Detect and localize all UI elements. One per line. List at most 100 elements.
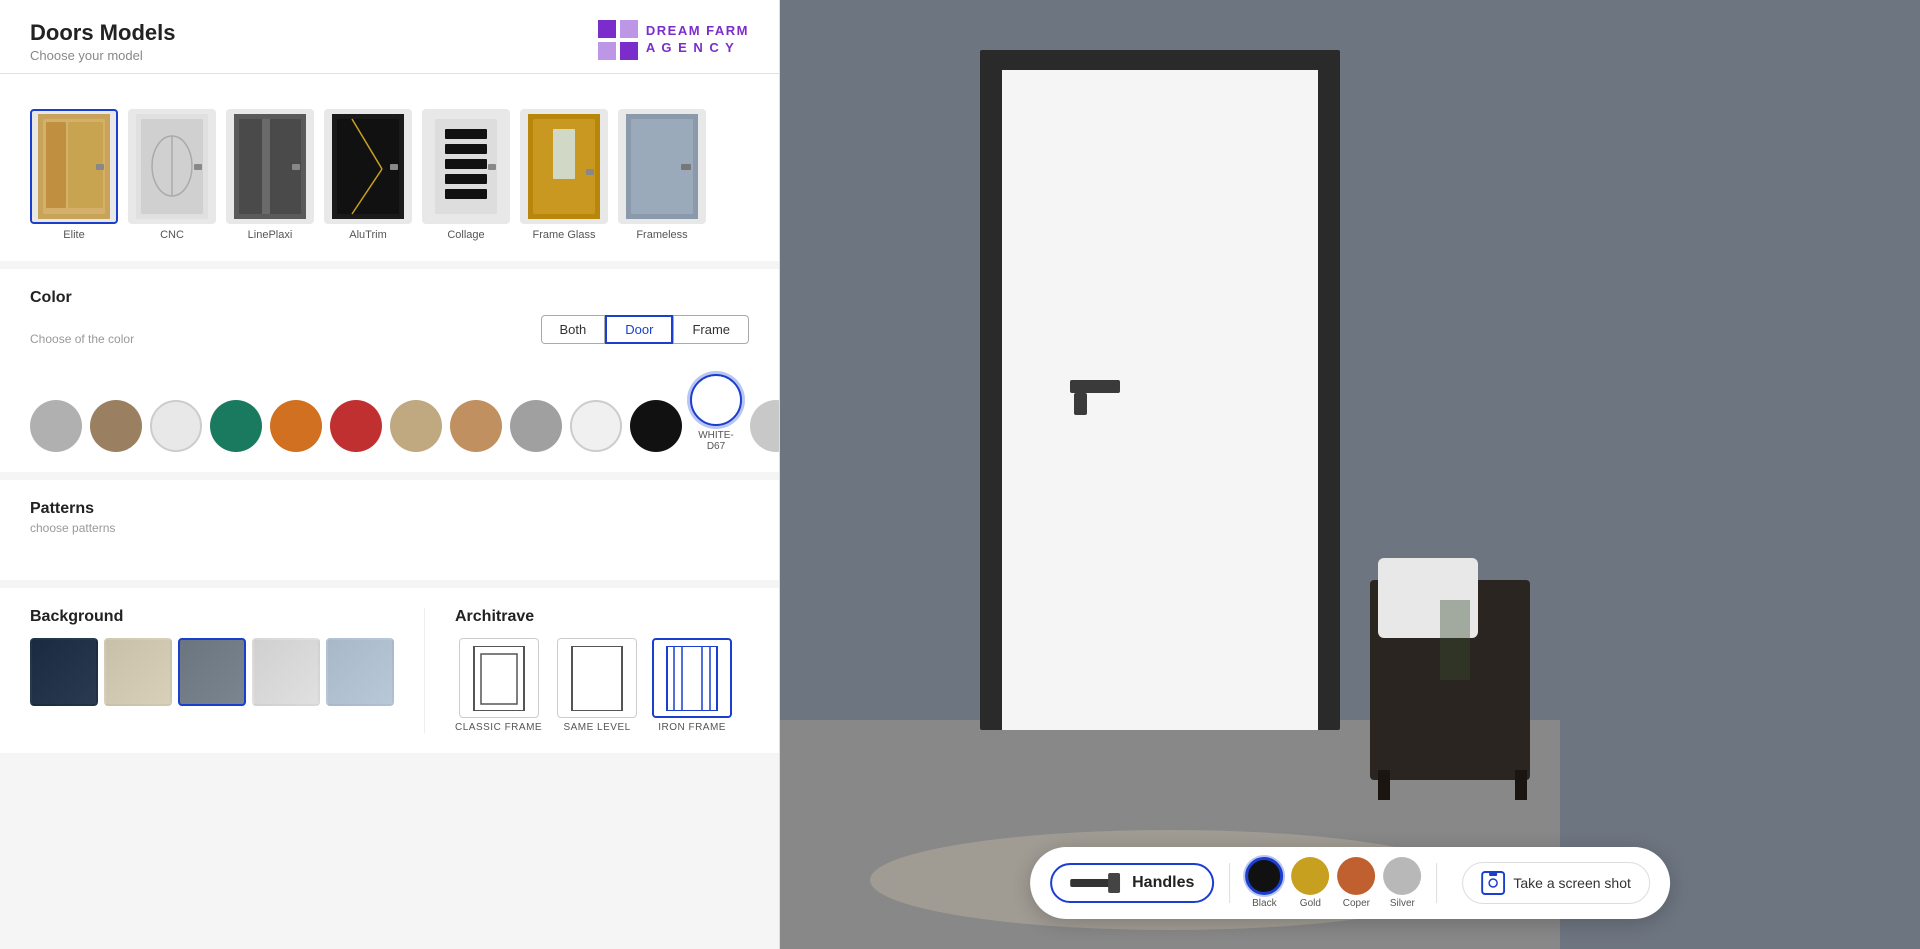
swatch-circle-s10 — [570, 400, 622, 452]
handle-color-gold[interactable]: Gold — [1291, 857, 1329, 909]
arch-option-samelevel[interactable]: SAME LEVEL — [557, 638, 637, 733]
swatch-circle-s11 — [630, 400, 682, 452]
toggle-frame[interactable]: Frame — [673, 315, 749, 344]
color-swatch-s6[interactable] — [330, 400, 382, 452]
bg-title: Background — [30, 608, 394, 626]
door-collage-wrap — [422, 109, 510, 224]
bg-thumb-bg2[interactable] — [104, 638, 172, 706]
door-item-frameglass[interactable]: Frame Glass — [520, 109, 608, 241]
color-swatch-s11[interactable] — [630, 400, 682, 452]
door-item-lineplaxi[interactable]: LinePlaxi — [226, 109, 314, 241]
door-frameglass-wrap — [520, 109, 608, 224]
swatch-circle-s3 — [150, 400, 202, 452]
handle-color-options: Black Gold Coper Silver — [1245, 857, 1421, 909]
swatch-circle-s5 — [270, 400, 322, 452]
swatch-circle-s1 — [30, 400, 82, 452]
screenshot-button[interactable]: Take a screen shot — [1462, 862, 1650, 904]
screenshot-label: Take a screen shot — [1513, 875, 1631, 891]
toolbar-divider-2 — [1436, 863, 1437, 903]
page-subtitle: Choose your model — [30, 48, 175, 63]
toggle-both[interactable]: Both — [541, 315, 606, 344]
door-cnc-wrap — [128, 109, 216, 224]
handles-label: Handles — [1132, 874, 1194, 892]
arch-label-samelevel: SAME LEVEL — [563, 722, 630, 733]
door-frameless-label: Frameless — [636, 229, 687, 241]
door-alutrim-svg — [332, 114, 404, 219]
color-subtitle: Choose of the color — [30, 332, 541, 346]
handle-color-label-gold: Gold — [1300, 898, 1321, 909]
door-item-elite[interactable]: Elite — [30, 109, 118, 241]
handle-color-circle-silver — [1383, 857, 1421, 895]
handle-color-coper[interactable]: Coper — [1337, 857, 1375, 909]
color-swatch-s1[interactable] — [30, 400, 82, 452]
handles-button[interactable]: Handles — [1050, 863, 1214, 903]
toggle-door[interactable]: Door — [605, 315, 673, 344]
swatch-circle-s6 — [330, 400, 382, 452]
logo: DREAM FARM A G E N C Y — [598, 20, 749, 60]
color-swatch-s7[interactable] — [390, 400, 442, 452]
logo-text: DREAM FARM A G E N C Y — [646, 23, 749, 57]
door-models-grid: Elite CNC — [30, 109, 749, 241]
door-elite-label: Elite — [63, 229, 84, 241]
door-item-cnc[interactable]: CNC — [128, 109, 216, 241]
arch-box-ironframe — [652, 638, 732, 718]
swatch-circle-s9 — [510, 400, 562, 452]
arch-box-classic — [459, 638, 539, 718]
bg-thumb-bg3[interactable] — [178, 638, 246, 706]
color-swatch-s5[interactable] — [270, 400, 322, 452]
door-alutrim-label: AluTrim — [349, 229, 386, 241]
color-swatch-s10[interactable] — [570, 400, 622, 452]
handle-color-circle-coper — [1337, 857, 1375, 895]
header-title: Doors Models Choose your model — [30, 20, 175, 63]
arch-box-samelevel — [557, 638, 637, 718]
swatch-circle-s2 — [90, 400, 142, 452]
door-item-collage[interactable]: Collage — [422, 109, 510, 241]
bg-thumb-bg1[interactable] — [30, 638, 98, 706]
logo-icon — [598, 20, 638, 60]
arch-option-ironframe[interactable]: IRON FRAME — [652, 638, 732, 733]
door-collage-label: Collage — [447, 229, 484, 241]
header: Doors Models Choose your model DREAM FAR… — [0, 0, 779, 74]
door-collage-svg — [430, 114, 502, 219]
patterns-title: Patterns — [30, 500, 749, 518]
door-lineplaxi-label: LinePlaxi — [248, 229, 293, 241]
left-panel: Doors Models Choose your model DREAM FAR… — [0, 0, 780, 949]
background-section: Background — [0, 608, 425, 733]
swatch-circle-s13 — [750, 400, 780, 452]
color-swatch-s13[interactable] — [750, 400, 780, 452]
bg-thumb-bg5[interactable] — [326, 638, 394, 706]
handle-color-label-coper: Coper — [1343, 898, 1370, 909]
color-swatch-s8[interactable] — [450, 400, 502, 452]
arch-options: CLASSIC FRAME SAME LEVEL IRON FRAME — [455, 638, 749, 733]
swatch-circle-s8 — [450, 400, 502, 452]
handle-color-label-black: Black — [1252, 898, 1276, 909]
arch-label-classic: CLASSIC FRAME — [455, 722, 542, 733]
door-item-alutrim[interactable]: AluTrim — [324, 109, 412, 241]
room-visualization — [780, 0, 1560, 949]
color-swatch-s3[interactable] — [150, 400, 202, 452]
door-lineplaxi-svg — [234, 114, 306, 219]
bg-thumbnails — [30, 638, 394, 706]
door-item-frameless[interactable]: Frameless — [618, 109, 706, 241]
color-swatch-s12[interactable]: WHITE-D67 — [690, 374, 742, 452]
page-title: Doors Models — [30, 20, 175, 46]
door-frameglass-label: Frame Glass — [533, 229, 596, 241]
door-alutrim-wrap — [324, 109, 412, 224]
bg-thumb-bg4[interactable] — [252, 638, 320, 706]
patterns-subtitle: choose patterns — [30, 521, 749, 535]
bottom-toolbar: Handles Black Gold Coper Silver Take a scre… — [1030, 847, 1670, 919]
color-swatch-s9[interactable] — [510, 400, 562, 452]
arch-title: Architrave — [455, 608, 749, 626]
handles-icon — [1070, 873, 1120, 893]
door-elite-svg — [38, 114, 110, 219]
handle-color-silver[interactable]: Silver — [1383, 857, 1421, 909]
color-swatch-s4[interactable] — [210, 400, 262, 452]
arch-option-classic[interactable]: CLASSIC FRAME — [455, 638, 542, 733]
arch-label-ironframe: IRON FRAME — [658, 722, 726, 733]
toolbar-divider — [1229, 863, 1230, 903]
handle-color-black[interactable]: Black — [1245, 857, 1283, 909]
screenshot-icon — [1481, 871, 1505, 895]
swatch-label-s12: WHITE-D67 — [690, 430, 742, 452]
handle-color-circle-gold — [1291, 857, 1329, 895]
color-swatch-s2[interactable] — [90, 400, 142, 452]
